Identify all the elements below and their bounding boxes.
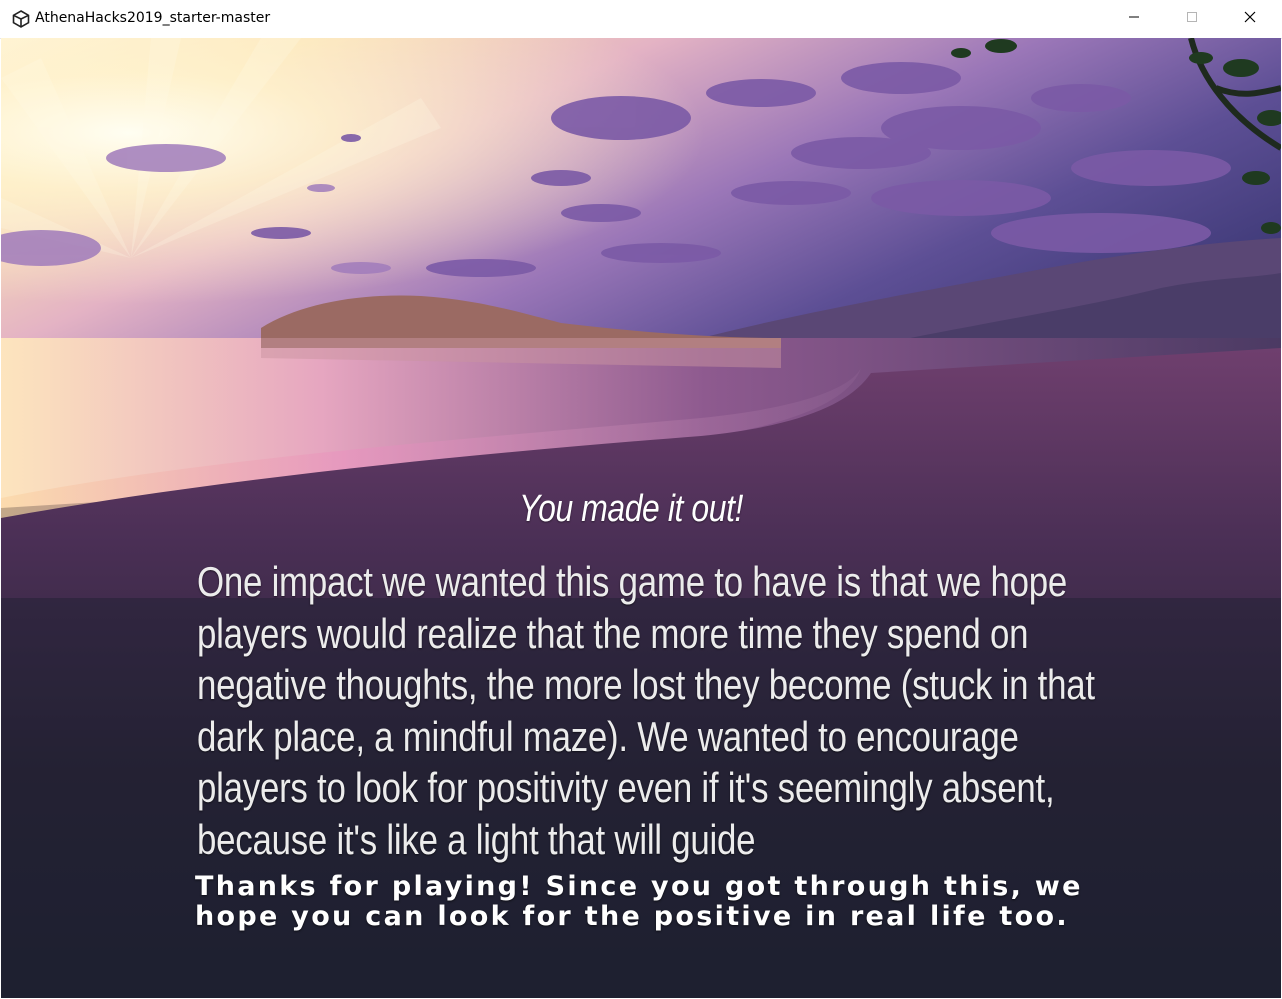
unity-icon xyxy=(12,10,30,28)
close-button[interactable] xyxy=(1221,0,1279,38)
minimize-button[interactable] xyxy=(1105,0,1163,38)
maximize-icon xyxy=(1186,10,1198,28)
maximize-button[interactable] xyxy=(1163,0,1221,38)
thanks-message: Thanks for playing! Since you got throug… xyxy=(195,871,1083,932)
window-title: AthenaHacks2019_starter-master xyxy=(35,10,271,26)
game-viewport[interactable]: You made it out! One impact we wanted th… xyxy=(1,38,1281,998)
game-message: One impact we wanted this game to have i… xyxy=(197,558,1095,863)
close-icon xyxy=(1244,10,1256,28)
window-titlebar[interactable]: AthenaHacks2019_starter-master xyxy=(0,0,1282,39)
game-heading: You made it out! xyxy=(519,488,743,530)
minimize-icon xyxy=(1128,10,1140,28)
